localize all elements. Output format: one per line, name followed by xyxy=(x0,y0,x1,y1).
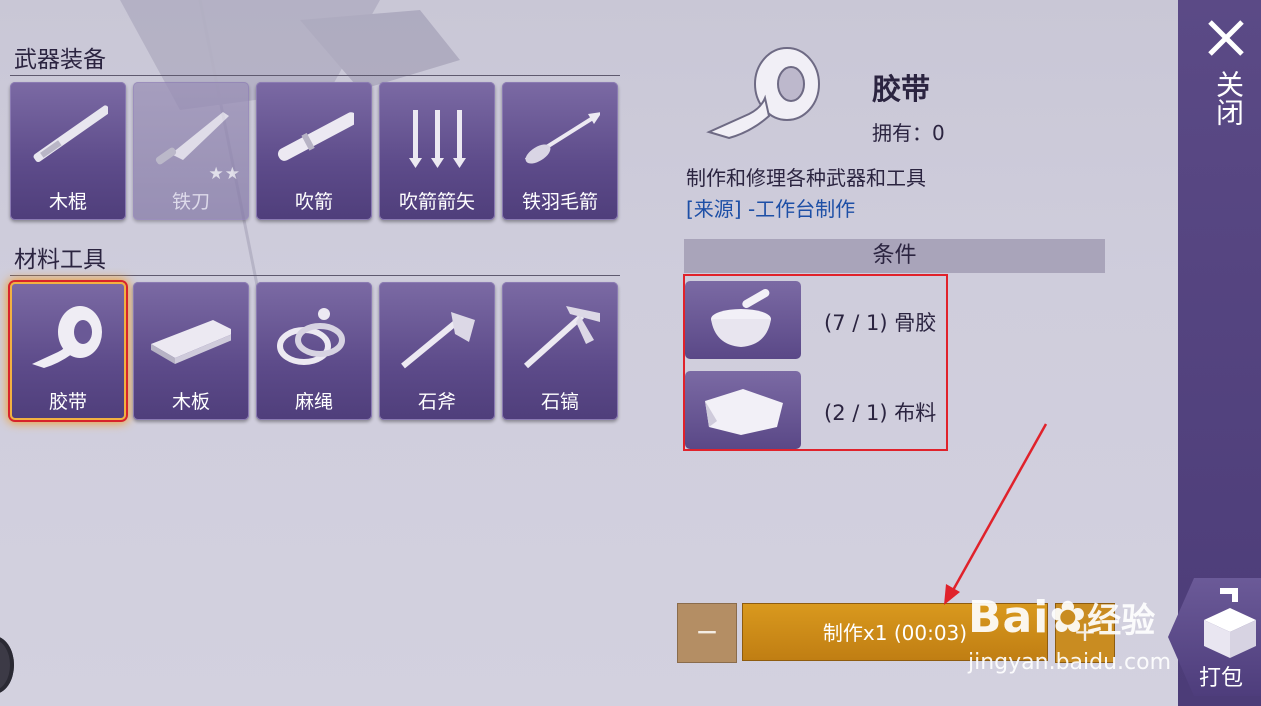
owned-count: 拥有：0 xyxy=(872,121,945,145)
close-label[interactable]: 关闭 xyxy=(1212,70,1245,126)
item-description: 制作和修理各种武器和工具 xyxy=(686,166,926,190)
pack-label: 打包 xyxy=(1199,666,1244,691)
recipe-tile-iron-feather-arrow[interactable]: 铁羽毛箭 xyxy=(502,82,618,220)
watermark-logo: Bai✿经验 xyxy=(968,592,1155,643)
condition-text-cloth: (2 / 1) 布料 xyxy=(824,401,937,425)
darts-icon xyxy=(409,110,466,168)
recipe-tile-stick[interactable]: 木棍 xyxy=(10,82,126,220)
tile-label: 胶带 xyxy=(48,391,87,413)
tape-icon xyxy=(32,306,102,368)
recipe-tile-plank[interactable]: 木板 xyxy=(133,282,249,420)
tile-label: 木板 xyxy=(171,391,210,413)
rope-icon xyxy=(277,308,345,365)
arrow-icon xyxy=(524,112,600,164)
condition-item-cloth[interactable] xyxy=(685,371,801,449)
recipe-tile-darts[interactable]: 吹箭箭矢 xyxy=(379,82,495,220)
tile-label: 木棍 xyxy=(48,191,87,213)
bone-glue-icon xyxy=(711,289,771,347)
tile-label: 石镐 xyxy=(540,391,579,413)
blowpipe-icon xyxy=(277,112,354,161)
stone-axe-icon xyxy=(401,312,475,369)
close-icon[interactable] xyxy=(1206,18,1246,58)
tile-label: 吹箭箭矢 xyxy=(398,191,475,213)
tile-label: 麻绳 xyxy=(294,391,333,413)
tile-label: 铁刀 xyxy=(171,191,210,213)
knife-icon xyxy=(155,112,229,165)
cloth-icon xyxy=(705,389,783,435)
recipe-tile-rope[interactable]: 麻绳 xyxy=(256,282,372,420)
side-orb-icon[interactable] xyxy=(0,636,14,694)
stick-icon xyxy=(33,105,108,163)
recipe-tile-stone-pickaxe[interactable]: 石镐 xyxy=(502,282,618,420)
decrease-quantity-button[interactable]: − xyxy=(677,603,737,663)
rarity-stars: ★★ xyxy=(208,164,241,184)
section-divider xyxy=(10,275,620,276)
plank-icon xyxy=(151,320,231,364)
watermark-brand-cn: 经验 xyxy=(1087,601,1156,641)
tile-label: 铁羽毛箭 xyxy=(521,191,598,213)
tile-label: 石斧 xyxy=(417,391,456,413)
tape-icon xyxy=(706,47,820,140)
recipe-tile-knife[interactable]: ★★ 铁刀 xyxy=(133,82,249,220)
paw-icon: ✿ xyxy=(1049,592,1088,643)
recipe-tile-tape[interactable]: 胶带 xyxy=(10,282,126,420)
recipe-tile-blowpipe[interactable]: 吹箭 xyxy=(256,82,372,220)
recipe-tile-stone-axe[interactable]: 石斧 xyxy=(379,282,495,420)
watermark-brand: Bai xyxy=(968,592,1050,643)
materials-section-title: 材料工具 xyxy=(14,247,106,273)
item-source: [来源] -工作台制作 xyxy=(686,197,856,221)
conditions-header: 条件 xyxy=(684,239,1105,273)
stone-pickaxe-icon xyxy=(524,306,600,369)
item-name: 胶带 xyxy=(872,72,931,106)
weapons-section-title: 武器装备 xyxy=(14,47,106,73)
watermark-url: jingyan.baidu.com xyxy=(968,650,1172,675)
section-divider xyxy=(10,75,620,76)
condition-item-bone-glue[interactable] xyxy=(685,281,801,359)
tile-label: 吹箭 xyxy=(294,191,333,213)
condition-text-bone-glue: (7 / 1) 骨胶 xyxy=(824,311,937,335)
